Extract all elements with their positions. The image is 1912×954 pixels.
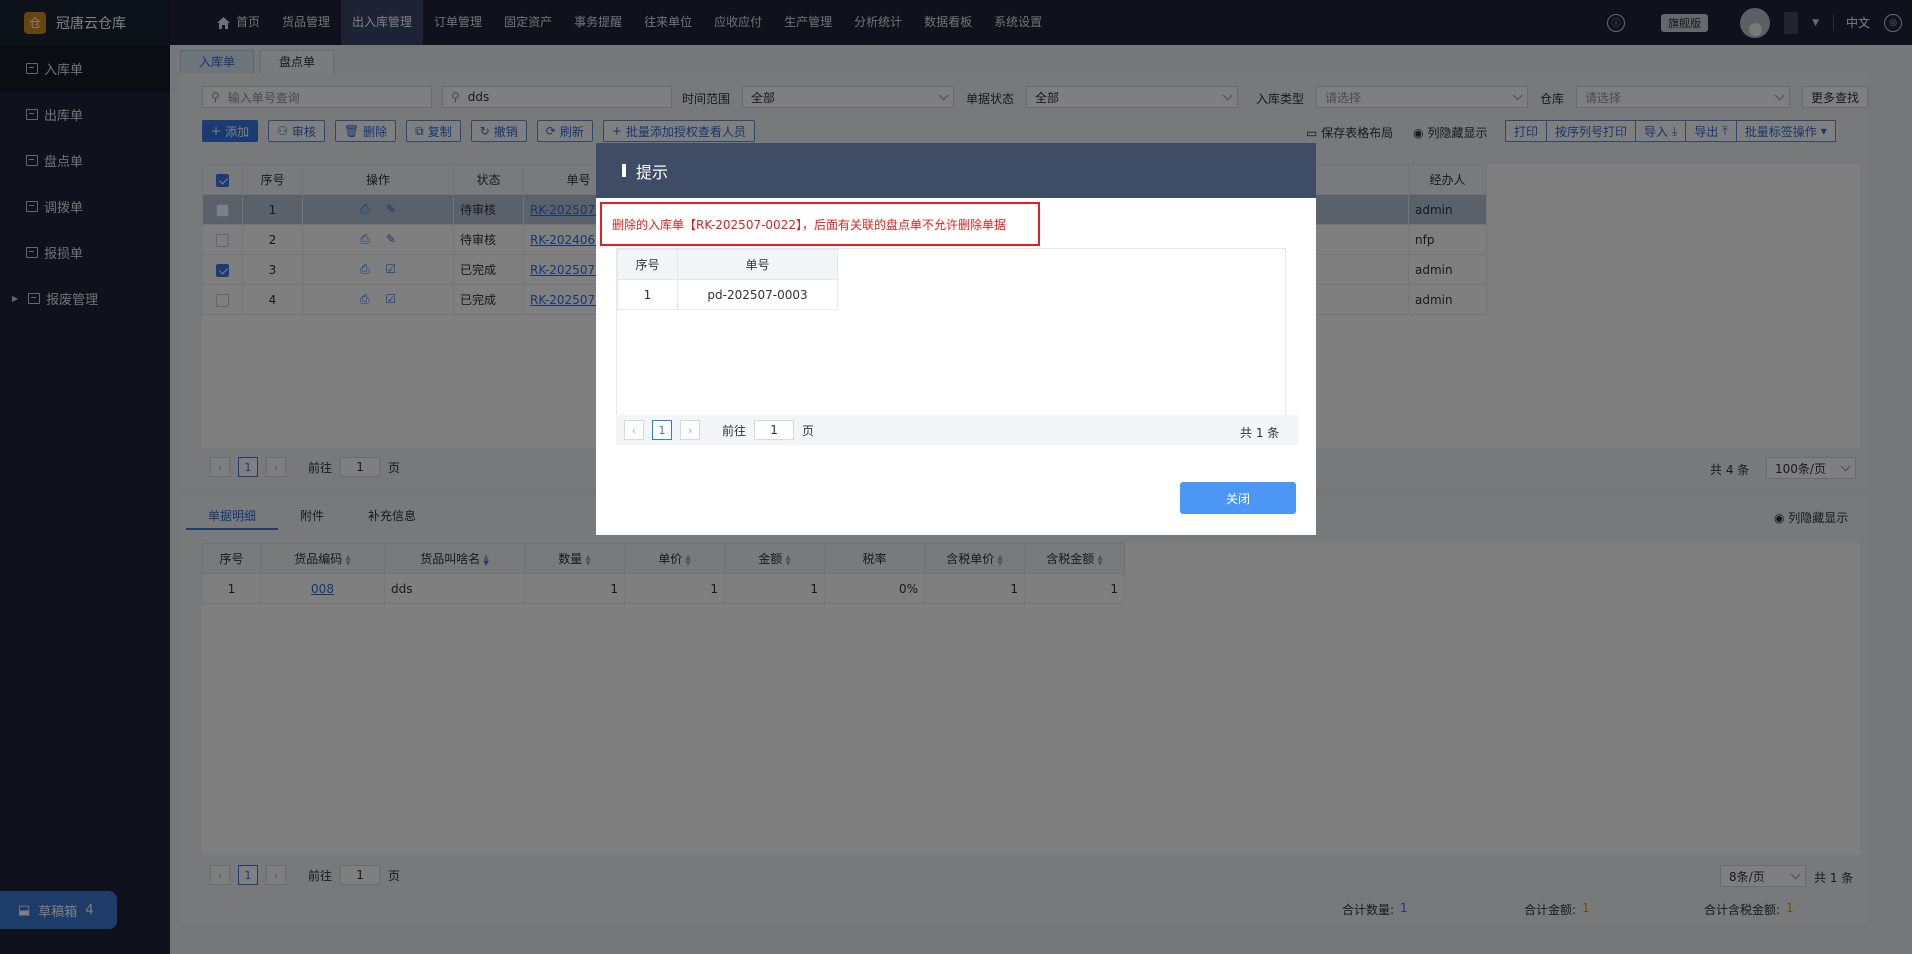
col-order-no: 单号: [677, 249, 838, 280]
dialog-title: 提示: [636, 162, 669, 182]
page-number[interactable]: 1: [652, 420, 672, 440]
goto-page-input[interactable]: 1: [754, 420, 795, 440]
col-index: 序号: [617, 249, 678, 280]
close-button[interactable]: 关闭: [1180, 482, 1296, 514]
title-bar-icon: [622, 164, 626, 177]
dialog-total: 共 1 条: [1240, 426, 1280, 440]
error-message: 删除的入库单【RK-202507-0022】，后面有关联的盘点单不允许删除单据: [600, 202, 1040, 246]
next-page-icon[interactable]: ›: [680, 420, 700, 440]
table-row[interactable]: 1 pd-202507-0003: [617, 279, 838, 310]
related-orders-table: 序号 单号 1 pd-202507-0003: [617, 249, 838, 310]
dialog-header: 提示: [596, 143, 1316, 198]
prev-page-icon[interactable]: ‹: [624, 420, 644, 440]
tip-dialog: 提示 删除的入库单【RK-202507-0022】，后面有关联的盘点单不允许删除…: [596, 143, 1316, 535]
dialog-pager: ‹ 1 › 前往 1 页: [624, 420, 814, 440]
related-orders-box: 序号 单号 1 pd-202507-0003: [616, 248, 1286, 418]
